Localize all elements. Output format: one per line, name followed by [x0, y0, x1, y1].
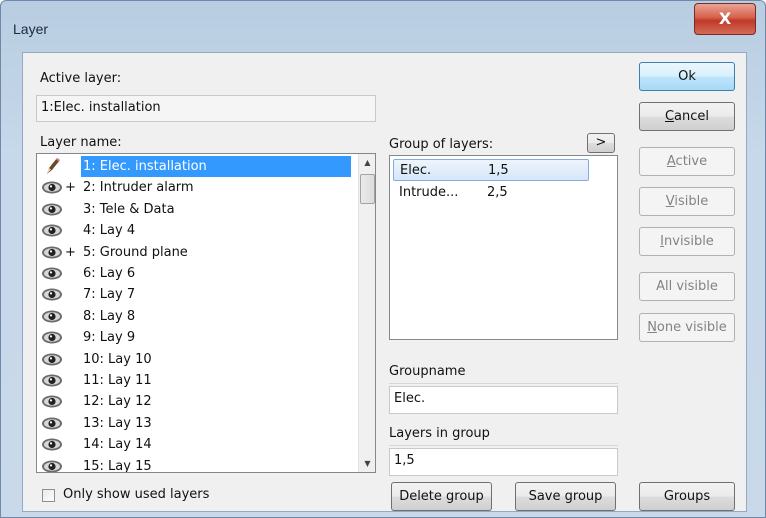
none-visible-button[interactable]: None visible [639, 313, 735, 342]
group-row[interactable]: Elec. 1,5 [393, 159, 589, 181]
used-marker: + [65, 180, 76, 196]
group-of-layers-label: Group of layers: [389, 137, 494, 152]
layer-row[interactable]: 9: Lay 9 [39, 327, 351, 348]
layer-label: 9: Lay 9 [83, 330, 136, 346]
eye-icon[interactable] [41, 352, 63, 367]
layers-in-group-label: Layers in group [389, 426, 490, 441]
layer-row[interactable]: 13: Lay 13 [39, 413, 351, 434]
layer-list-scrollbar[interactable]: ▲ ▼ [358, 154, 375, 472]
layer-label: 8: Lay 8 [83, 308, 136, 324]
layer-label: 11: Lay 11 [83, 373, 152, 388]
layer-row[interactable]: 7: Lay 7 [39, 284, 351, 305]
groupname-divider [389, 383, 618, 384]
groups-button[interactable]: Groups [639, 482, 735, 511]
eye-icon[interactable] [41, 373, 63, 388]
group-list[interactable]: Elec. 1,5 Intrude... 2,5 [389, 155, 618, 340]
group-name: Intrude... [399, 185, 459, 200]
group-layers: 1,5 [488, 163, 509, 178]
used-marker: + [65, 244, 76, 260]
layer-label: 14: Lay 14 [83, 437, 152, 453]
layer-row[interactable]: +1: Elec. installation [39, 156, 351, 177]
layer-row[interactable]: 4: Lay 4 [39, 220, 351, 241]
close-button[interactable]: X [694, 3, 756, 35]
eye-icon[interactable] [41, 223, 63, 238]
window-title: Layer [13, 21, 49, 37]
dialog-body: Active layer: 1:Elec. installation Layer… [22, 52, 747, 512]
layer-row[interactable]: 3: Tele & Data [39, 199, 351, 220]
eye-icon[interactable] [41, 309, 63, 324]
ok-button[interactable]: Ok [639, 62, 735, 91]
layer-row[interactable]: 11: Lay 11 [39, 370, 351, 391]
eye-icon[interactable] [41, 245, 63, 260]
expand-group-button[interactable]: > [587, 133, 615, 153]
layer-label: 15: Lay 15 [83, 458, 152, 473]
scroll-up-icon[interactable]: ▲ [359, 154, 375, 171]
pencil-icon[interactable] [41, 157, 63, 174]
layer-dialog: Layer X Active layer: 1:Elec. installati… [0, 0, 766, 518]
layer-row[interactable]: 14: Lay 14 [39, 434, 351, 455]
eye-icon[interactable] [41, 459, 63, 472]
groupname-input[interactable]: Elec. [389, 386, 618, 414]
groupname-label: Groupname [389, 364, 466, 379]
layer-label: 4: Lay 4 [83, 223, 136, 239]
eye-icon[interactable] [41, 180, 63, 195]
title-bar[interactable]: Layer X [1, 1, 765, 47]
scroll-down-icon[interactable]: ▼ [359, 455, 375, 472]
layer-name-label: Layer name: [40, 135, 122, 150]
layer-row[interactable]: 6: Lay 6 [39, 263, 351, 284]
layer-row[interactable]: 15: Lay 15 [39, 456, 351, 473]
layer-row[interactable]: 10: Lay 10 [39, 349, 351, 370]
eye-icon[interactable] [41, 287, 63, 302]
layer-row[interactable]: +2: Intruder alarm [39, 177, 351, 198]
layer-label: 5: Ground plane [83, 244, 188, 260]
delete-group-button[interactable]: Delete group [391, 482, 492, 511]
eye-icon[interactable] [41, 437, 63, 452]
layer-list[interactable]: 15: Lay 15 14: Lay 14 13: Lay 13 12: Lay 12… [36, 153, 376, 473]
layer-label: 3: Tele & Data [83, 201, 175, 217]
eye-icon[interactable] [41, 330, 63, 345]
only-used-label: Only show used layers [63, 487, 210, 502]
only-used-checkbox[interactable] [42, 489, 55, 502]
active-layer-field: 1:Elec. installation [36, 95, 376, 122]
scroll-thumb[interactable] [360, 174, 375, 204]
group-name: Elec. [400, 163, 432, 178]
group-row[interactable]: Intrude... 2,5 [393, 182, 589, 204]
layer-label: 2: Intruder alarm [83, 180, 194, 196]
active-layer-label: Active layer: [40, 71, 122, 86]
layer-label: 6: Lay 6 [83, 266, 136, 281]
layer-row[interactable]: 8: Lay 8 [39, 306, 351, 327]
layer-label: 12: Lay 12 [83, 394, 152, 410]
layers-in-group-input[interactable]: 1,5 [389, 448, 618, 476]
eye-icon[interactable] [41, 202, 63, 217]
visible-button[interactable]: Visible [639, 187, 735, 216]
used-marker: + [65, 159, 76, 174]
group-layers: 2,5 [487, 185, 508, 200]
layer-label: 10: Lay 10 [83, 351, 152, 367]
layers-in-group-divider [389, 445, 618, 446]
cancel-button[interactable]: Cancel [639, 102, 735, 131]
all-visible-button[interactable]: All visible [639, 272, 735, 301]
layer-label: 13: Lay 13 [83, 415, 152, 431]
layer-label: 7: Lay 7 [83, 287, 136, 303]
active-button[interactable]: Active [639, 147, 735, 176]
eye-icon[interactable] [41, 416, 63, 431]
save-group-button[interactable]: Save group [515, 482, 616, 511]
layer-label: 1: Elec. installation [83, 159, 207, 174]
invisible-button[interactable]: Invisible [639, 227, 735, 256]
layer-row[interactable]: 12: Lay 12 [39, 391, 351, 412]
eye-icon[interactable] [41, 266, 63, 281]
eye-icon[interactable] [41, 394, 63, 409]
layer-row[interactable]: +5: Ground plane [39, 242, 351, 263]
